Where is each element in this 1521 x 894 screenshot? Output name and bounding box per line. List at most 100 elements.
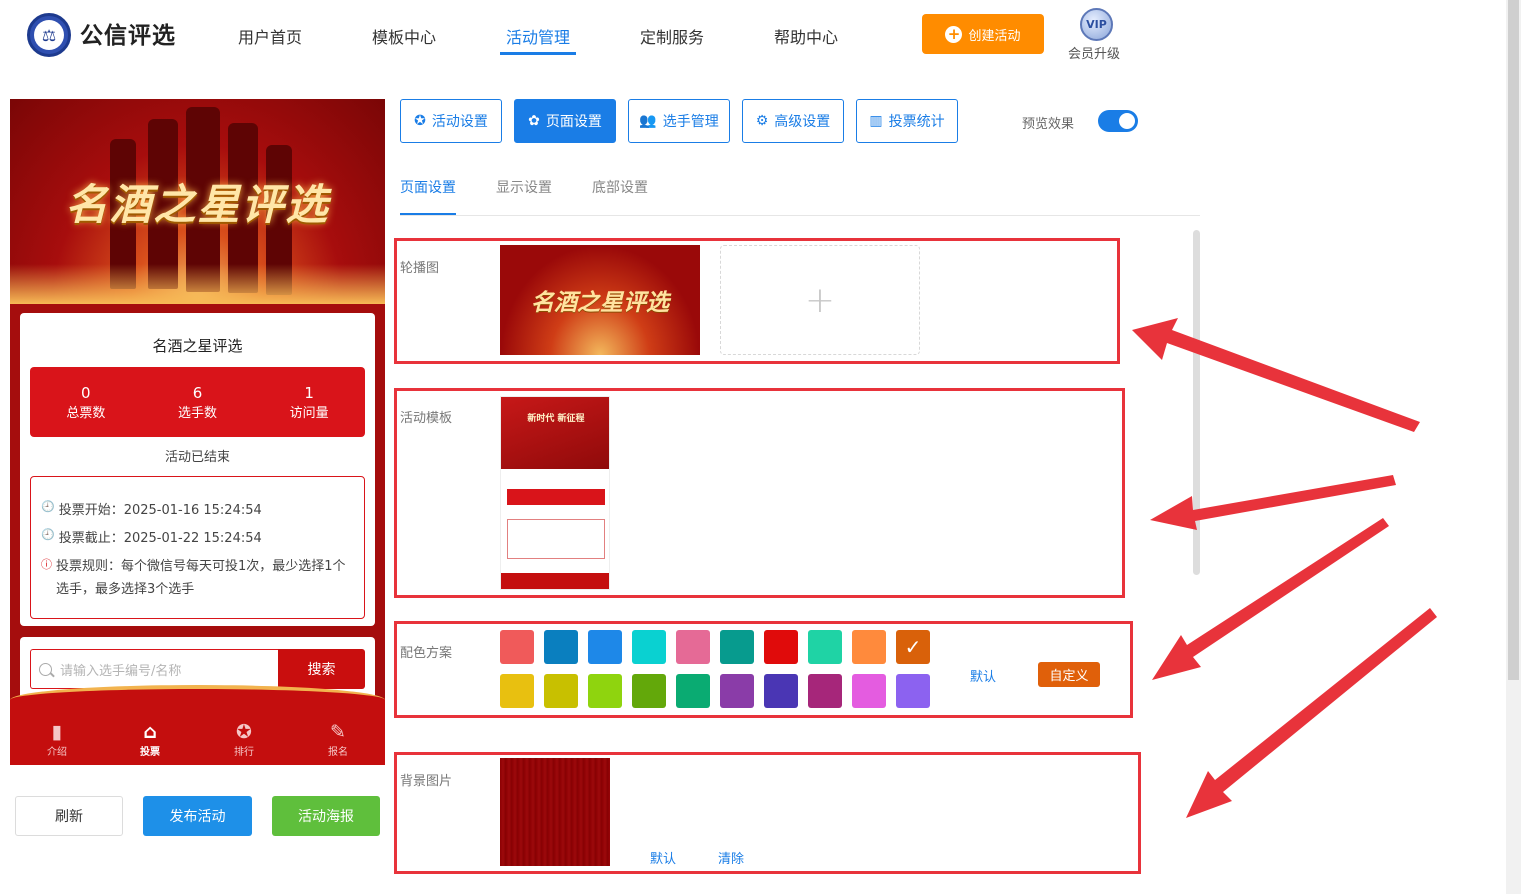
preview-toggle[interactable]	[1098, 110, 1138, 132]
color-swatch[interactable]	[764, 630, 798, 664]
nav-item-custom-service[interactable]: 定制服务	[640, 24, 704, 48]
stat-total-votes: 0 总票数	[66, 383, 106, 421]
mobile-preview: 名酒之星评选 名酒之星评选 0 总票数 6 选手数 1 访问量 活动已结束 🕘 …	[10, 99, 385, 765]
subtab-footer-settings[interactable]: 底部设置	[592, 177, 648, 197]
home-icon: ⌂	[143, 721, 157, 743]
color-default-link[interactable]: 默认	[970, 666, 996, 685]
background-default-link[interactable]: 默认	[650, 848, 676, 867]
logo[interactable]: ⚖	[27, 13, 71, 57]
color-swatch[interactable]	[588, 630, 622, 664]
color-swatch[interactable]	[632, 630, 666, 664]
vote-rule-row: ⓘ 投票规则：每个微信号每天可投1次，最少选择1个选手，最多选择3个选手	[41, 555, 356, 601]
clock-icon: 🕘	[41, 528, 55, 541]
tab-contestant-management[interactable]: 👥 选手管理	[628, 99, 730, 143]
gear-icon: ✿	[528, 113, 540, 129]
refresh-button[interactable]: 刷新	[15, 796, 123, 836]
tab-ranking[interactable]: ✪ 排行	[214, 721, 274, 758]
activity-title: 名酒之星评选	[152, 337, 243, 355]
stat-visits: 1 访问量	[289, 383, 329, 421]
clock-icon: 🕘	[41, 500, 55, 513]
background-image[interactable]	[500, 758, 610, 866]
vote-info-box: 🕘 投票开始：2025-01-16 15:24:54 🕘 投票截止：2025-0…	[30, 476, 365, 619]
annotation-arrow	[1186, 608, 1437, 818]
vote-start-row: 🕘 投票开始：2025-01-16 15:24:54	[41, 499, 359, 522]
template-label: 活动模板	[400, 411, 453, 426]
plus-icon: +	[804, 279, 836, 321]
search-input[interactable]: 请输入选手编号/名称	[30, 649, 278, 689]
plus-circle-icon: +	[945, 25, 963, 43]
create-activity-label: 创建活动	[968, 28, 1021, 44]
search-icon	[39, 662, 52, 676]
annotation-arrow	[1152, 518, 1389, 680]
subtab-display-settings[interactable]: 显示设置	[496, 177, 552, 197]
carousel-image[interactable]: 名酒之星评选	[500, 245, 700, 355]
color-swatch[interactable]	[808, 674, 842, 708]
annotation-arrow	[1150, 475, 1396, 530]
color-swatch[interactable]	[544, 630, 578, 664]
background-clear-link[interactable]: 清除	[718, 848, 744, 867]
annotation-arrow	[1132, 318, 1420, 432]
preview-banner: 名酒之星评选	[10, 99, 385, 304]
color-swatch[interactable]	[544, 674, 578, 708]
member-upgrade-link[interactable]: 会员升级	[1068, 43, 1120, 62]
preview-toggle-label: 预览效果	[1022, 117, 1075, 132]
subtab-active-indicator	[400, 213, 456, 215]
edit-icon: ✎	[330, 721, 346, 743]
color-scheme-label: 配色方案	[400, 646, 453, 661]
activity-status: 活动已结束	[164, 450, 230, 465]
users-icon: 👥	[639, 113, 657, 129]
color-swatch[interactable]	[896, 674, 930, 708]
color-swatch[interactable]	[632, 674, 666, 708]
color-swatch[interactable]	[676, 674, 710, 708]
upload-image-button[interactable]: +	[720, 245, 920, 355]
color-swatch[interactable]	[764, 674, 798, 708]
nav-item-activity-management[interactable]: 活动管理	[506, 24, 570, 48]
publish-button[interactable]: 发布活动	[143, 796, 252, 836]
color-swatch[interactable]	[676, 630, 710, 664]
book-icon: ▮	[51, 721, 63, 743]
vote-end-row: 🕘 投票截止：2025-01-22 15:24:54	[41, 527, 359, 550]
preview-tab-bar: ▮ 介绍 ⌂ 投票 ✪ 排行 ✎ 报名	[10, 685, 385, 765]
tab-intro[interactable]: ▮ 介绍	[27, 721, 87, 758]
subtab-page-settings[interactable]: 页面设置	[400, 177, 456, 197]
subtab-divider	[400, 215, 1200, 216]
settings-icon: ⚙	[755, 113, 769, 129]
template-thumbnail[interactable]: 新时代 新征程	[500, 396, 610, 590]
stats-bar: 0 总票数 6 选手数 1 访问量	[30, 367, 365, 437]
nav-item-templates[interactable]: 模板中心	[372, 24, 436, 48]
scales-icon: ⚖	[34, 20, 64, 50]
carousel-label: 轮播图	[400, 261, 440, 276]
color-swatch[interactable]	[720, 630, 754, 664]
tab-activity-settings[interactable]: ✪ 活动设置	[400, 99, 502, 143]
custom-color-button[interactable]: 自定义	[1038, 662, 1100, 687]
stat-contestants: 6 选手数	[177, 383, 217, 421]
background-label: 背景图片	[400, 774, 453, 789]
page-scrollbar[interactable]	[1506, 0, 1521, 894]
activity-info-card: 名酒之星评选 0 总票数 6 选手数 1 访问量 活动已结束 🕘 投票开始：20…	[20, 313, 375, 626]
vip-icon[interactable]: VIP	[1080, 8, 1113, 41]
tab-page-settings[interactable]: ✿ 页面设置	[514, 99, 616, 143]
poster-button[interactable]: 活动海报	[272, 796, 380, 836]
bar-chart-icon: ▥	[869, 113, 883, 129]
color-swatch[interactable]	[808, 630, 842, 664]
star-icon: ✪	[414, 113, 426, 129]
nav-active-indicator	[500, 52, 576, 55]
color-swatch[interactable]	[720, 674, 754, 708]
brand-name: 公信评选	[80, 23, 176, 49]
create-activity-button[interactable]: + 创建活动	[922, 14, 1044, 54]
tab-vote-statistics[interactable]: ▥ 投票统计	[856, 99, 958, 143]
settings-scrollbar[interactable]	[1193, 230, 1200, 575]
color-swatch[interactable]	[500, 630, 534, 664]
color-swatch[interactable]	[896, 630, 930, 664]
color-swatch[interactable]	[852, 674, 886, 708]
nav-item-help[interactable]: 帮助中心	[774, 24, 838, 48]
search-button[interactable]: 搜索	[278, 649, 365, 689]
tab-advanced-settings[interactable]: ⚙ 高级设置	[742, 99, 844, 143]
nav-item-home[interactable]: 用户首页	[238, 24, 302, 48]
tab-vote[interactable]: ⌂ 投票	[120, 721, 180, 758]
color-swatch[interactable]	[852, 630, 886, 664]
info-icon: ⓘ	[41, 558, 52, 571]
color-swatch[interactable]	[588, 674, 622, 708]
color-swatch[interactable]	[500, 674, 534, 708]
tab-signup[interactable]: ✎ 报名	[308, 721, 368, 758]
